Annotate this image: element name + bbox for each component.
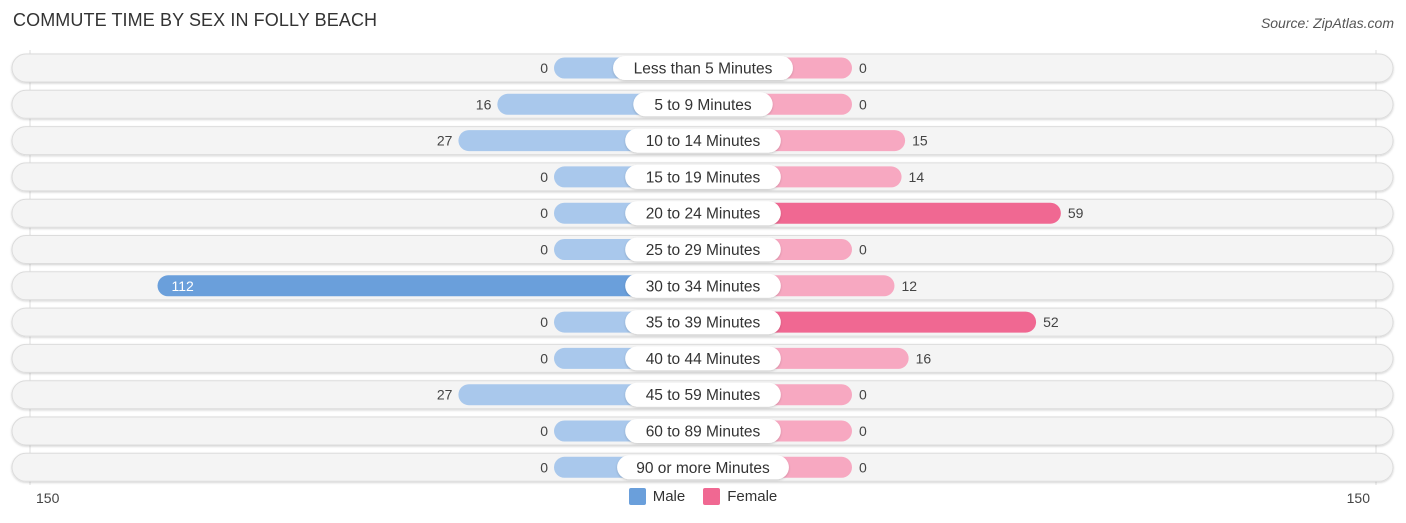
chart-row: 45 to 59 Minutes 27 0 xyxy=(11,380,1394,410)
value-label-female: 0 xyxy=(859,60,867,76)
chart-area: Less than 5 Minutes 0 0 5 to 9 Minutes 16 0 10… xyxy=(11,50,1394,506)
value-label-female: 0 xyxy=(859,96,867,112)
value-label-male: 0 xyxy=(540,60,548,76)
value-label-female: 0 xyxy=(859,387,867,403)
chart-row: 5 to 9 Minutes 16 0 xyxy=(11,89,1394,119)
category-label: 35 to 39 Minutes xyxy=(646,315,761,332)
chart-row: 15 to 19 Minutes 0 14 xyxy=(11,162,1394,192)
chart-row: 40 to 44 Minutes 0 16 xyxy=(11,343,1394,373)
value-label-male: 0 xyxy=(540,314,548,330)
value-label-female: 0 xyxy=(859,242,867,258)
value-label-female: 0 xyxy=(859,423,867,439)
value-label-female: 14 xyxy=(909,169,925,185)
legend-label-male: Male xyxy=(652,488,686,505)
value-label-female: 16 xyxy=(916,350,932,366)
value-label-male: 0 xyxy=(540,205,548,221)
legend-swatch-male xyxy=(628,488,646,505)
category-label: 25 to 29 Minutes xyxy=(646,242,761,259)
value-label-female: 15 xyxy=(912,133,928,149)
category-label: 30 to 34 Minutes xyxy=(646,278,761,295)
category-label: 15 to 19 Minutes xyxy=(646,169,761,186)
chart-row: 30 to 34 Minutes 112 12 xyxy=(11,271,1394,301)
value-label-male: 0 xyxy=(540,423,548,439)
chart-row: 90 or more Minutes 0 0 xyxy=(11,452,1394,482)
category-label: Less than 5 Minutes xyxy=(634,61,773,78)
chart-row: 20 to 24 Minutes 0 59 xyxy=(11,198,1394,228)
category-label: 5 to 9 Minutes xyxy=(654,97,752,114)
value-label-male: 0 xyxy=(540,350,548,366)
chart-row: 60 to 89 Minutes 0 0 xyxy=(11,416,1394,446)
chart-row: 35 to 39 Minutes 0 52 xyxy=(11,307,1394,337)
value-label-male: 27 xyxy=(437,387,453,403)
value-label-female: 52 xyxy=(1043,314,1059,330)
legend-item-male: Male xyxy=(628,488,686,505)
value-label-male: 0 xyxy=(540,459,548,475)
legend-label-female: Female xyxy=(727,488,778,505)
chart-row: Less than 5 Minutes 0 0 xyxy=(11,53,1394,83)
category-label: 20 to 24 Minutes xyxy=(646,206,761,223)
category-label: 40 to 44 Minutes xyxy=(646,351,761,368)
category-label: 60 to 89 Minutes xyxy=(646,424,761,441)
legend-item-female: Female xyxy=(703,488,777,505)
value-label-female: 12 xyxy=(901,278,917,294)
value-label-male: 27 xyxy=(437,133,453,149)
bar-male xyxy=(157,275,703,297)
chart-row: 25 to 29 Minutes 0 0 xyxy=(11,235,1394,264)
value-label-male: 0 xyxy=(540,169,548,185)
category-label: 90 or more Minutes xyxy=(636,460,770,477)
chart-row: 10 to 14 Minutes 27 15 xyxy=(11,126,1394,156)
legend-swatch-female xyxy=(703,488,721,505)
value-label-male: 0 xyxy=(540,242,548,258)
category-label: 10 to 14 Minutes xyxy=(646,133,761,150)
legend: Male Female xyxy=(0,488,1406,505)
value-label-female: 59 xyxy=(1068,205,1084,221)
category-label: 45 to 59 Minutes xyxy=(646,387,761,404)
value-label-male: 16 xyxy=(476,96,492,112)
value-label-female: 0 xyxy=(859,459,867,475)
value-label-male: 112 xyxy=(172,278,195,294)
